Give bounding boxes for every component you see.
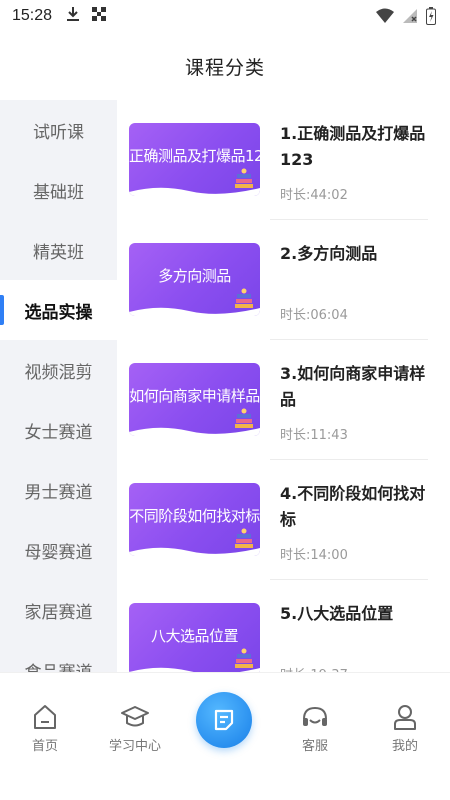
course-title: 1.正确测品及打爆品123	[280, 124, 426, 169]
wifi-icon	[376, 8, 394, 28]
course-thumbnail: 不同阶段如何找对标	[129, 483, 260, 556]
sidebar-item-label: 母婴赛道	[24, 542, 93, 563]
sidebar-item-label: 视频混剪	[24, 362, 93, 383]
course-title: 4.不同阶段如何找对标	[280, 484, 426, 529]
page-title: 课程分类	[184, 56, 265, 79]
nav-service-label: 客服	[301, 739, 328, 754]
sidebar-item-label: 男士赛道	[24, 482, 93, 503]
category-sidebar: 试听课 基础班 精英班 选品实操 视频混剪 女士赛道 男士赛道 母婴赛道 家居赛…	[0, 100, 117, 672]
course-duration: 时长:06:04	[280, 308, 348, 323]
bottom-nav: 首页 学习中心 客服 我的	[0, 672, 450, 800]
home-icon	[34, 705, 56, 729]
sidebar-item-video-editing[interactable]: 视频混剪	[0, 340, 117, 400]
status-time: 15:28	[12, 7, 53, 24]
course-title: 3.如何向商家申请样品	[280, 364, 426, 409]
status-bar: 15:28	[0, 0, 450, 32]
thumbnail-text: 八大选品位置	[150, 627, 239, 645]
nav-study-center[interactable]: 学习中心	[100, 703, 170, 754]
course-item[interactable]: 不同阶段如何找对标 4.不同阶段如何找对标 时长:14:00	[117, 460, 450, 580]
sidebar-item-home-track[interactable]: 家居赛道	[0, 580, 117, 640]
books-icon	[235, 648, 253, 668]
books-icon	[235, 408, 253, 428]
course-duration: 时长:44:02	[280, 188, 348, 203]
course-thumbnail: 多方向测品	[129, 243, 260, 316]
course-thumbnail: 八大选品位置	[129, 603, 260, 672]
sidebar-item-product-selection[interactable]: 选品实操	[0, 280, 117, 340]
sidebar-item-food-track[interactable]: 食品赛道	[0, 640, 117, 673]
nav-customer-service[interactable]: 客服	[280, 703, 350, 754]
course-thumbnail: 正确测品及打爆品123	[129, 123, 260, 196]
course-duration: 时长:14:00	[280, 548, 348, 563]
sidebar-item-basic[interactable]: 基础班	[0, 160, 117, 220]
course-title: 2.多方向测品	[280, 244, 378, 263]
thumbnail-text: 如何向商家申请样品	[129, 387, 260, 405]
battery-icon	[426, 7, 436, 29]
thumbnail-text: 多方向测品	[158, 267, 231, 285]
course-item[interactable]: 如何向商家申请样品 3.如何向商家申请样品 时长:11:43	[117, 340, 450, 460]
nav-mine-label: 我的	[391, 739, 418, 754]
graduation-cap-icon	[121, 706, 149, 727]
signal-icon	[402, 8, 418, 28]
course-duration: 时长:11:43	[280, 428, 348, 443]
download-icon	[66, 6, 80, 26]
nav-home-label: 首页	[31, 739, 58, 754]
sidebar-item-label: 家居赛道	[24, 602, 93, 623]
course-list: 正确测品及打爆品123 1.正确测品及打爆品123 时长:44:02 多方向测品…	[117, 100, 450, 672]
thumbnail-text: 不同阶段如何找对标	[129, 507, 260, 525]
center-action-button[interactable]	[196, 692, 252, 748]
sidebar-item-women-track[interactable]: 女士赛道	[0, 400, 117, 460]
sidebar-item-men-track[interactable]: 男士赛道	[0, 460, 117, 520]
course-item[interactable]: 正确测品及打爆品123 1.正确测品及打爆品123 时长:44:02	[117, 100, 450, 220]
course-item[interactable]: 多方向测品 2.多方向测品 时长:06:04	[117, 220, 450, 340]
books-icon	[235, 528, 253, 548]
sidebar-item-label: 女士赛道	[24, 422, 93, 443]
sidebar-item-label: 试听课	[33, 122, 84, 143]
nav-mine[interactable]: 我的	[370, 703, 440, 754]
course-duration: 时长:19:37	[280, 664, 348, 672]
course-title: 5.八大选品位置	[280, 604, 394, 623]
sidebar-item-elite[interactable]: 精英班	[0, 220, 117, 280]
course-item[interactable]: 八大选品位置 5.八大选品位置 时长:19:37	[117, 580, 450, 672]
sidebar-item-trial[interactable]: 试听课	[0, 100, 117, 160]
sidebar-item-label: 精英班	[33, 242, 84, 263]
books-icon	[235, 288, 253, 308]
thumbnail-text: 正确测品及打爆品123	[129, 147, 260, 165]
sidebar-item-label: 食品赛道	[25, 658, 93, 673]
qr-scan-icon	[92, 7, 107, 25]
header: 课程分类	[0, 32, 450, 100]
sidebar-item-maternity-track[interactable]: 母婴赛道	[0, 520, 117, 580]
notes-icon	[214, 709, 234, 731]
sidebar-item-label: 选品实操	[24, 302, 93, 323]
nav-study-label: 学习中心	[108, 739, 161, 754]
books-icon	[235, 168, 253, 188]
headset-icon	[303, 706, 327, 726]
sidebar-item-label: 基础班	[33, 182, 84, 203]
course-thumbnail: 如何向商家申请样品	[129, 363, 260, 436]
user-icon	[394, 705, 416, 730]
nav-home[interactable]: 首页	[10, 703, 80, 754]
